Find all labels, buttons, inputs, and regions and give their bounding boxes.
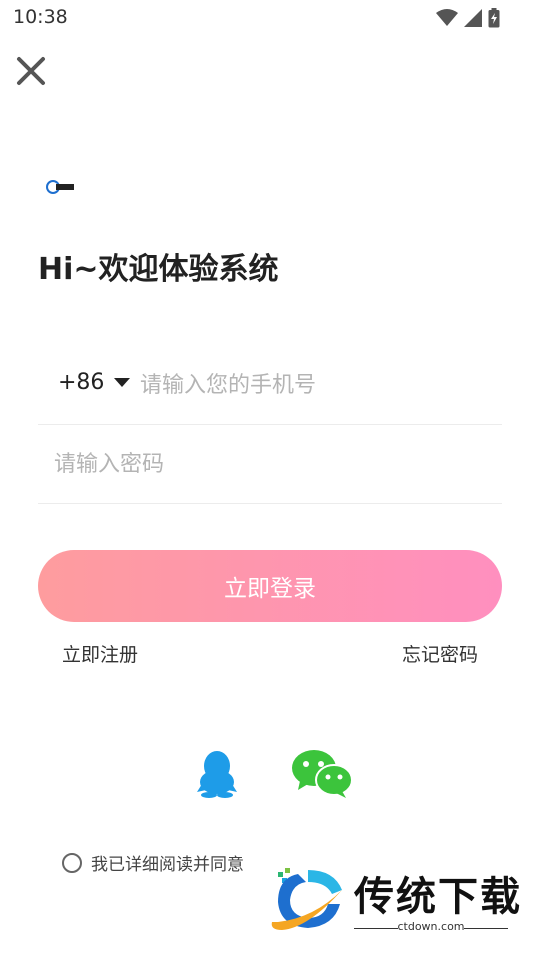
status-bar: 10:38	[0, 0, 540, 36]
close-icon	[17, 57, 45, 85]
status-time: 10:38	[13, 6, 68, 28]
caret-down-icon	[114, 378, 131, 387]
qq-icon	[197, 751, 237, 798]
wifi-icon	[436, 9, 458, 26]
close-button[interactable]	[14, 54, 48, 88]
signal-icon	[464, 9, 482, 27]
battery-icon	[488, 8, 500, 28]
app-logo	[46, 180, 74, 194]
phone-input[interactable]	[138, 364, 492, 406]
forgot-password-link[interactable]: 忘记密码	[402, 640, 478, 667]
wechat-icon	[292, 750, 353, 798]
register-link[interactable]: 立即注册	[62, 640, 138, 667]
agreement-row: 我已详细阅读并同意	[62, 850, 244, 875]
watermark-url: ctdown.com	[397, 920, 465, 933]
status-icons	[436, 8, 500, 28]
password-input[interactable]	[52, 443, 486, 485]
login-button[interactable]: 立即登录	[38, 550, 502, 622]
watermark-logo-icon	[271, 868, 342, 930]
watermark: 传统下载 ctdown.com	[268, 860, 520, 940]
qq-login-button[interactable]	[194, 748, 240, 798]
agreement-text: 我已详细阅读并同意	[91, 855, 244, 875]
agreement-checkbox[interactable]	[62, 852, 82, 873]
country-code-label: +86	[58, 370, 105, 395]
password-row	[38, 425, 502, 504]
page-title: Hi~欢迎体验系统	[38, 252, 279, 287]
watermark-title: 传统下载	[354, 874, 522, 920]
wechat-login-button[interactable]	[290, 748, 354, 798]
country-code-select[interactable]: +86	[58, 370, 131, 395]
phone-row: +86	[38, 346, 502, 425]
watermark-line-right	[464, 928, 508, 929]
